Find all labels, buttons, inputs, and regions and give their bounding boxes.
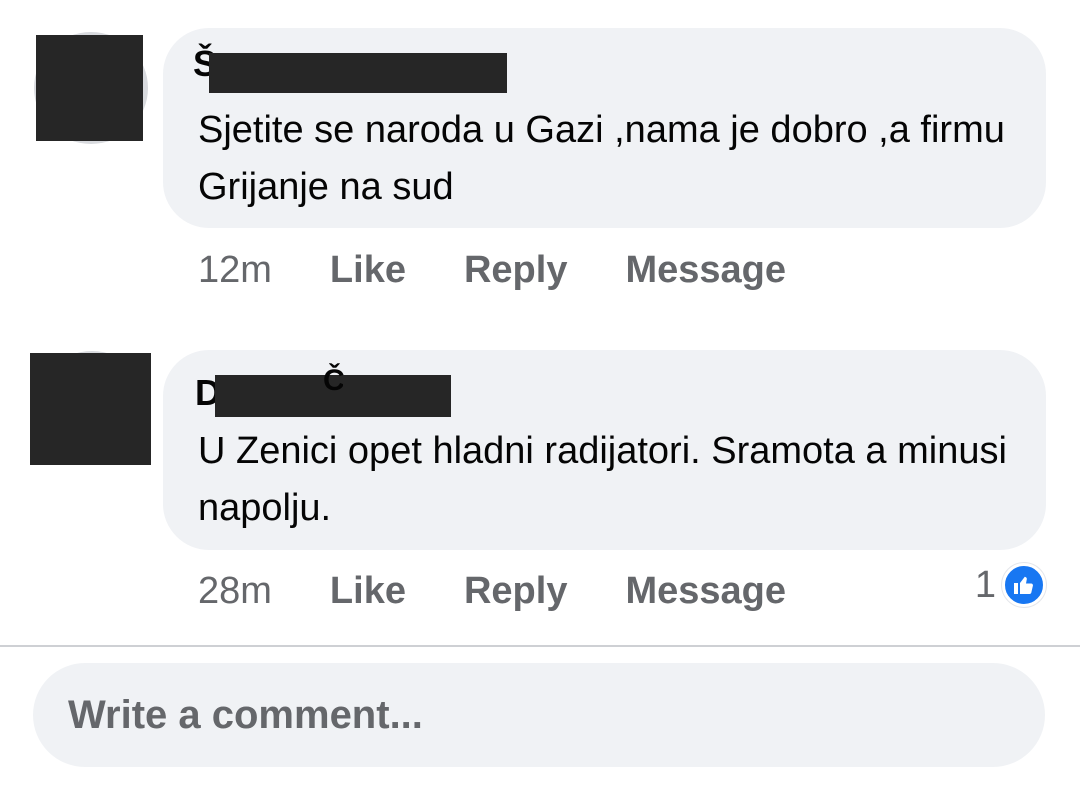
comment-input[interactable] bbox=[68, 663, 1008, 767]
comment-bubble: Š Sjetite se naroda u Gazi ,nama je dobr… bbox=[163, 28, 1046, 228]
comment-text: Sjetite se naroda u Gazi ,nama je dobro … bbox=[198, 109, 1005, 208]
reaction-summary[interactable]: 1 bbox=[975, 563, 1046, 607]
reaction-count: 1 bbox=[974, 563, 996, 606]
like-button[interactable]: Like bbox=[330, 570, 406, 613]
divider bbox=[0, 645, 1080, 647]
comment-timestamp[interactable]: 12m bbox=[198, 249, 272, 292]
message-button[interactable]: Message bbox=[625, 249, 786, 292]
thumbs-up-icon bbox=[1002, 563, 1046, 607]
comment-text: U Zenici opet hladni radijatori. Sramota… bbox=[198, 430, 1007, 529]
comment-bubble: D Č U Zenici opet hladni radijatori. Sra… bbox=[163, 350, 1046, 550]
like-button[interactable]: Like bbox=[330, 249, 406, 292]
commenter-name-fragment: Č bbox=[323, 364, 345, 397]
comment-actions: 12m Like Reply Message bbox=[198, 245, 844, 295]
comment-timestamp[interactable]: 28m bbox=[198, 570, 272, 613]
comment-composer[interactable] bbox=[33, 663, 1045, 767]
comment-2: D Č U Zenici opet hladni radijatori. Sra… bbox=[0, 340, 1080, 640]
reply-button[interactable]: Reply bbox=[464, 570, 567, 613]
comment-1: Š Sjetite se naroda u Gazi ,nama je dobr… bbox=[0, 0, 1080, 300]
comment-actions: 28m Like Reply Message bbox=[198, 566, 844, 616]
avatar-redaction bbox=[36, 35, 143, 141]
name-redaction-2 bbox=[343, 375, 451, 417]
avatar[interactable] bbox=[28, 349, 153, 469]
reply-button[interactable]: Reply bbox=[464, 249, 567, 292]
avatar-redaction bbox=[30, 353, 151, 465]
avatar[interactable] bbox=[30, 30, 150, 145]
message-button[interactable]: Message bbox=[625, 570, 786, 613]
name-redaction bbox=[209, 53, 507, 93]
